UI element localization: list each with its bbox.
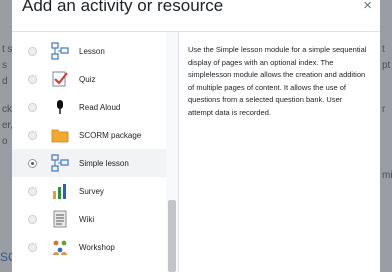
- option-read-aloud[interactable]: Read Aloud: [12, 93, 166, 121]
- background-fragment: s: [2, 60, 7, 71]
- option-simple-lesson[interactable]: Simple lesson: [12, 149, 166, 177]
- radio-button[interactable]: [28, 74, 37, 84]
- option-label: Wiki: [79, 214, 95, 224]
- workshop-icon: [51, 238, 69, 256]
- option-label: Workshop: [79, 242, 115, 252]
- option-label: Survey: [79, 186, 104, 196]
- option-label: Quiz: [79, 74, 96, 84]
- simple-lesson-icon: [51, 154, 69, 172]
- background-fragment: d: [2, 76, 8, 87]
- option-label: SCORM package: [79, 130, 142, 140]
- background-fragment: pt: [382, 60, 391, 71]
- option-lesson[interactable]: Lesson: [12, 37, 166, 65]
- close-button[interactable]: ×: [363, 0, 372, 14]
- radio-button-checked[interactable]: [28, 158, 37, 168]
- option-survey[interactable]: Survey: [12, 177, 166, 205]
- description-pane: Use the Simple lesson module for a simpl…: [188, 44, 368, 119]
- microphone-icon: [51, 98, 69, 116]
- background-fragment: t: [382, 44, 385, 55]
- radio-button[interactable]: [28, 102, 37, 112]
- background-fragment: ck: [2, 104, 12, 115]
- radio-button[interactable]: [28, 186, 37, 196]
- option-wiki[interactable]: Wiki: [12, 205, 166, 233]
- option-workshop[interactable]: Workshop: [12, 233, 166, 261]
- background-fragment: t s: [2, 44, 13, 55]
- background-fragment: o: [2, 136, 8, 147]
- wiki-icon: [51, 210, 69, 228]
- option-label: Lesson: [79, 46, 105, 56]
- activity-chooser-dialog: Add an activity or resource × Lesson Qui…: [12, 0, 380, 272]
- background-fragment: mi: [382, 170, 392, 181]
- module-description: Use the Simple lesson module for a simpl…: [188, 45, 367, 117]
- radio-button[interactable]: [28, 130, 37, 140]
- dialog-header: Add an activity or resource ×: [12, 0, 380, 32]
- lesson-icon: [51, 42, 69, 60]
- radio-button[interactable]: [28, 242, 37, 252]
- survey-icon: [51, 182, 69, 200]
- background-fragment: r: [382, 104, 386, 115]
- activity-list: Lesson Quiz Read Aloud SCORM package Sim…: [12, 32, 179, 272]
- radio-button[interactable]: [28, 214, 37, 224]
- option-scorm-package[interactable]: SCORM package: [12, 121, 166, 149]
- option-label: Read Aloud: [79, 102, 121, 112]
- scorm-icon: [51, 126, 69, 144]
- radio-button[interactable]: [28, 46, 37, 56]
- quiz-icon: [51, 70, 69, 88]
- option-label: Simple lesson: [79, 158, 129, 168]
- dialog-title: Add an activity or resource: [22, 0, 224, 15]
- option-quiz[interactable]: Quiz: [12, 65, 166, 93]
- scrollbar-thumb[interactable]: [168, 200, 176, 272]
